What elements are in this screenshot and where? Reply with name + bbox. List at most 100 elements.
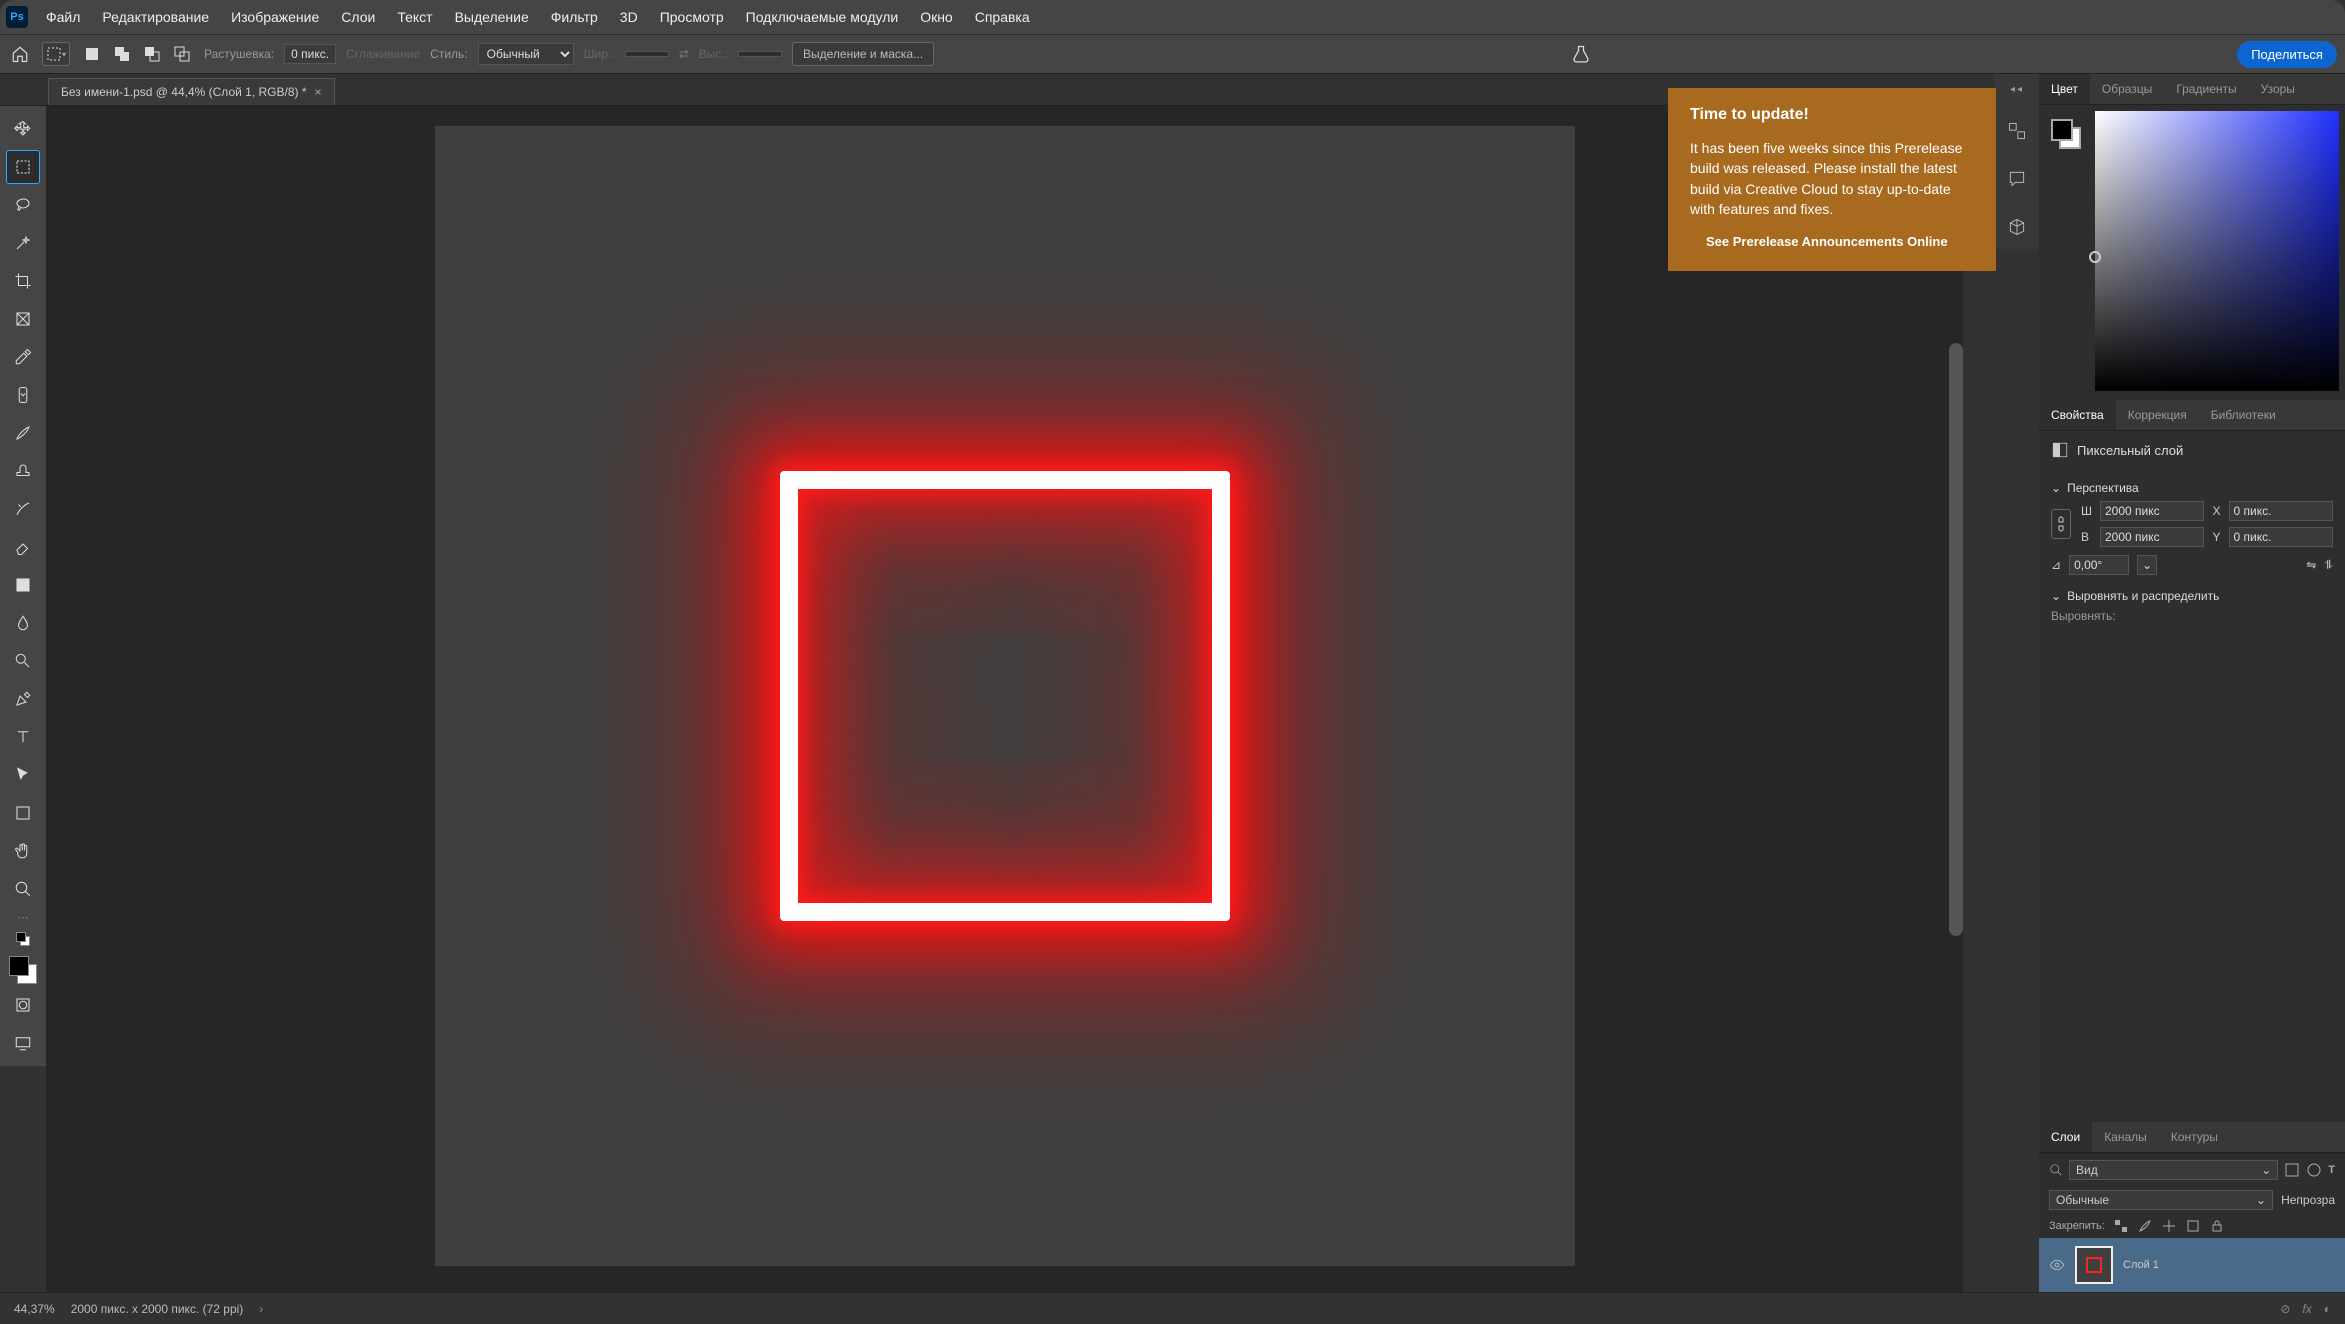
brush-tool[interactable] bbox=[6, 416, 40, 450]
lasso-tool[interactable] bbox=[6, 188, 40, 222]
select-and-mask-button[interactable]: Выделение и маска... bbox=[792, 42, 934, 66]
beaker-icon[interactable] bbox=[1571, 44, 1591, 64]
tab-patterns[interactable]: Узоры bbox=[2249, 74, 2307, 104]
y-value[interactable]: 0 пикс. bbox=[2229, 527, 2334, 547]
add-mask-icon[interactable]: ◐ bbox=[2324, 1302, 2331, 1316]
zoom-level[interactable]: 44,37% bbox=[14, 1302, 55, 1316]
layer-thumbnail[interactable] bbox=[2075, 1246, 2113, 1284]
color-cursor-icon[interactable] bbox=[2089, 251, 2101, 263]
artboard[interactable] bbox=[435, 126, 1575, 1266]
link-layers-icon[interactable]: ⊘ bbox=[2280, 1302, 2290, 1316]
menu-window[interactable]: Окно bbox=[910, 5, 963, 29]
status-chevron-icon[interactable]: › bbox=[259, 1302, 263, 1316]
gradient-tool[interactable] bbox=[6, 568, 40, 602]
filter-kind-select[interactable]: Вид⌄ bbox=[2069, 1160, 2278, 1180]
search-icon[interactable] bbox=[2049, 1163, 2063, 1177]
tab-color[interactable]: Цвет bbox=[2039, 74, 2090, 104]
link-wh-icon[interactable] bbox=[2051, 509, 2071, 539]
home-button[interactable] bbox=[8, 42, 32, 66]
lock-brush-icon[interactable] bbox=[2137, 1218, 2153, 1234]
transform-section-title[interactable]: ⌄Перспектива bbox=[2051, 481, 2333, 495]
magic-wand-tool[interactable] bbox=[6, 226, 40, 260]
lock-pixels-icon[interactable] bbox=[2113, 1218, 2129, 1234]
document-dims[interactable]: 2000 пикс. x 2000 пикс. (72 ppi) bbox=[71, 1302, 244, 1316]
crop-tool[interactable] bbox=[6, 264, 40, 298]
height-value[interactable]: 2000 пикс bbox=[2100, 527, 2204, 547]
menu-file[interactable]: Файл bbox=[36, 5, 90, 29]
blur-tool[interactable] bbox=[6, 606, 40, 640]
vertical-scrollbar[interactable] bbox=[1949, 343, 1963, 936]
filter-type-icon[interactable]: T bbox=[2328, 1164, 2335, 1176]
layer-name[interactable]: Слой 1 bbox=[2123, 1259, 2159, 1271]
width-value[interactable]: 2000 пикс bbox=[2100, 501, 2204, 521]
close-tab-icon[interactable]: × bbox=[315, 85, 322, 99]
intersect-selection-icon[interactable] bbox=[170, 42, 194, 66]
angle-dropdown[interactable]: ⌄ bbox=[2137, 555, 2157, 575]
tab-properties[interactable]: Свойства bbox=[2039, 400, 2116, 430]
flip-v-icon[interactable]: ⥮ bbox=[2324, 558, 2333, 573]
tab-swatches[interactable]: Образцы bbox=[2090, 74, 2164, 104]
marquee-tool[interactable] bbox=[6, 150, 40, 184]
shape-tool[interactable] bbox=[6, 796, 40, 830]
layer-row[interactable]: Слой 1 bbox=[2039, 1238, 2345, 1292]
menu-filter[interactable]: Фильтр bbox=[541, 5, 608, 29]
filter-adjust-icon[interactable] bbox=[2306, 1162, 2322, 1178]
menu-plugins[interactable]: Подключаемые модули bbox=[736, 5, 909, 29]
x-value[interactable]: 0 пикс. bbox=[2229, 501, 2334, 521]
tab-paths[interactable]: Контуры bbox=[2159, 1122, 2230, 1152]
menu-help[interactable]: Справка bbox=[965, 5, 1040, 29]
expand-panels-icon[interactable]: ◂◂ bbox=[2010, 84, 2024, 95]
current-tool-icon[interactable]: ▾ bbox=[42, 42, 70, 66]
menu-type[interactable]: Текст bbox=[387, 5, 442, 29]
align-section-title[interactable]: ⌄Выровнять и распределить bbox=[2051, 589, 2333, 603]
dodge-tool[interactable] bbox=[6, 644, 40, 678]
filter-pixel-icon[interactable] bbox=[2284, 1162, 2300, 1178]
layer-fx-icon[interactable]: fx bbox=[2302, 1302, 2311, 1316]
stamp-tool[interactable] bbox=[6, 454, 40, 488]
canvas-area[interactable] bbox=[46, 106, 1963, 1292]
share-button[interactable]: Поделиться bbox=[2237, 41, 2337, 68]
hand-tool[interactable] bbox=[6, 834, 40, 868]
swap-wh-icon[interactable]: ⇄ bbox=[679, 47, 689, 61]
healing-tool[interactable] bbox=[6, 378, 40, 412]
style-select[interactable]: Обычный bbox=[478, 43, 574, 65]
notification-link[interactable]: See Prerelease Announcements Online bbox=[1690, 233, 1974, 251]
frame-tool[interactable] bbox=[6, 302, 40, 336]
move-tool[interactable] bbox=[6, 112, 40, 146]
feather-input[interactable]: 0 пикс. bbox=[284, 44, 336, 64]
visibility-icon[interactable] bbox=[2049, 1257, 2065, 1273]
menu-layer[interactable]: Слои bbox=[331, 5, 385, 29]
menu-image[interactable]: Изображение bbox=[221, 5, 329, 29]
eyedropper-tool[interactable] bbox=[6, 340, 40, 374]
quick-mask-icon[interactable] bbox=[6, 988, 40, 1022]
zoom-tool[interactable] bbox=[6, 872, 40, 906]
color-swatch[interactable] bbox=[9, 956, 37, 984]
document-tab[interactable]: Без имени-1.psd @ 44,4% (Слой 1, RGB/8) … bbox=[48, 78, 335, 105]
default-colors-icon[interactable] bbox=[16, 932, 30, 946]
lock-all-icon[interactable] bbox=[2209, 1218, 2225, 1234]
blend-mode-select[interactable]: Обычные⌄ bbox=[2049, 1190, 2273, 1210]
flip-h-icon[interactable]: ⇋ bbox=[2306, 558, 2316, 572]
screen-mode-icon[interactable] bbox=[6, 1026, 40, 1060]
history-panel-icon[interactable] bbox=[2005, 119, 2029, 143]
subtract-selection-icon[interactable] bbox=[140, 42, 164, 66]
tab-layers[interactable]: Слои bbox=[2039, 1122, 2092, 1152]
angle-value[interactable]: 0,00° bbox=[2069, 555, 2129, 575]
menu-select[interactable]: Выделение bbox=[445, 5, 539, 29]
history-brush-tool[interactable] bbox=[6, 492, 40, 526]
menu-view[interactable]: Просмотр bbox=[650, 5, 734, 29]
comments-panel-icon[interactable] bbox=[2005, 167, 2029, 191]
eraser-tool[interactable] bbox=[6, 530, 40, 564]
menu-3d[interactable]: 3D bbox=[610, 5, 648, 29]
3d-panel-icon[interactable] bbox=[2005, 215, 2029, 239]
tab-gradients[interactable]: Градиенты bbox=[2164, 74, 2248, 104]
type-tool[interactable] bbox=[6, 720, 40, 754]
tab-adjustments[interactable]: Коррекция bbox=[2116, 400, 2199, 430]
add-selection-icon[interactable] bbox=[110, 42, 134, 66]
tab-channels[interactable]: Каналы bbox=[2092, 1122, 2159, 1152]
color-panel-swatch[interactable] bbox=[2051, 119, 2081, 149]
pen-tool[interactable] bbox=[6, 682, 40, 716]
tab-libraries[interactable]: Библиотеки bbox=[2199, 400, 2288, 430]
lock-artboard-icon[interactable] bbox=[2185, 1218, 2201, 1234]
path-select-tool[interactable] bbox=[6, 758, 40, 792]
